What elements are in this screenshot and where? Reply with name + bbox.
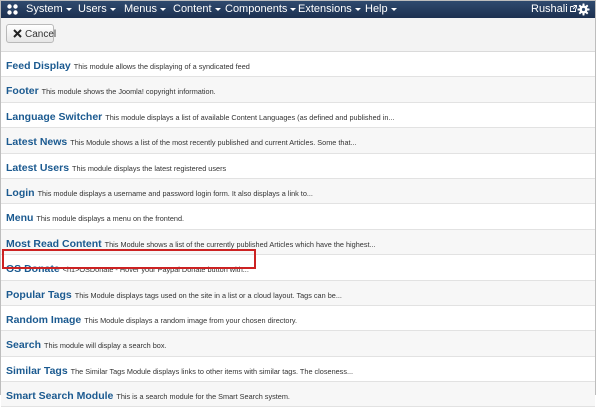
module-title-link[interactable]: Most Read Content: [6, 238, 102, 250]
menu-content[interactable]: Content: [173, 3, 221, 16]
module-description: This module displays a menu on the front…: [36, 214, 185, 224]
module-description: This Module displays a random image from…: [84, 315, 298, 325]
module-description: This is a search module for the Smart Se…: [116, 392, 290, 402]
module-description: This module allows the displaying of a s…: [73, 62, 250, 71]
module-title-link[interactable]: Search: [6, 339, 41, 351]
module-title-link[interactable]: Random Image: [6, 314, 81, 326]
module-description: This module displays the latest register…: [72, 163, 227, 173]
module-description: <h1>OSDonate - Hover your Paypal Donate …: [62, 265, 249, 275]
module-row-most-read-content: Most Read Content This Module shows a lis…: [1, 229, 595, 256]
module-description: This module displays a list of available…: [105, 112, 395, 122]
toolbar: Cancel: [1, 18, 595, 52]
module-description: This module will display a search box.: [44, 341, 167, 351]
module-title-link[interactable]: Language Switcher: [6, 111, 102, 123]
module-row-login: Login This module displays a username and…: [1, 178, 595, 205]
module-description: This Module displays tags used on the si…: [74, 290, 342, 300]
menu-components-label: Components: [225, 3, 288, 15]
module-title-link[interactable]: Feed Display: [6, 60, 71, 72]
menu-menus[interactable]: Menus: [124, 3, 167, 16]
module-row-search: Search This module will display a search …: [1, 331, 595, 357]
module-title-link[interactable]: Login: [6, 187, 35, 199]
module-description: The Similar Tags Module displays links t…: [70, 366, 354, 376]
module-row-similar-tags: Similar Tags The Similar Tags Module disp…: [1, 357, 595, 383]
module-title-link[interactable]: Menu: [6, 212, 33, 224]
module-row-popular-tags: Popular Tags This Module displays tags us…: [1, 280, 595, 306]
chevron-down-icon: [390, 7, 397, 11]
module-row-language-switcher: Language Switcher This module displays a …: [1, 103, 595, 129]
module-title-link[interactable]: OS Donate: [6, 263, 60, 275]
module-row-latest-users: Latest Users This module displays the lat…: [1, 154, 595, 179]
module-row-latest-news: Latest News This Module shows a list of t…: [1, 128, 595, 154]
module-title-link[interactable]: Similar Tags: [6, 365, 68, 377]
module-title-link[interactable]: Footer: [6, 85, 39, 97]
chevron-down-icon: [214, 7, 221, 11]
user-menu[interactable]: Rushali: [531, 3, 577, 16]
menu-extensions[interactable]: Extensions: [298, 3, 361, 16]
module-description: This Module shows a list of the currentl…: [104, 239, 376, 249]
chevron-down-icon: [160, 7, 167, 11]
chevron-down-icon: [109, 7, 116, 11]
menu-users-label: Users: [78, 3, 107, 15]
menu-content-label: Content: [173, 3, 212, 15]
close-icon: [13, 29, 22, 38]
menu-system-label: System: [26, 3, 63, 15]
module-title-link[interactable]: Smart Search Module: [6, 390, 113, 402]
external-link-icon: [569, 5, 577, 12]
menu-components[interactable]: Components: [225, 3, 297, 16]
module-title-link[interactable]: Latest News: [6, 136, 67, 148]
module-row-footer: Footer This module shows the Joomla! copy…: [1, 77, 595, 103]
menu-users[interactable]: Users: [78, 3, 116, 16]
module-description: This Module shows a list of the most rec…: [70, 138, 357, 148]
top-navigation-bar: System Users Menus Content Components Ex…: [1, 1, 595, 18]
menu-help-label: Help: [365, 3, 388, 15]
module-title-link[interactable]: Latest Users: [6, 162, 69, 174]
menu-system[interactable]: System: [26, 3, 72, 16]
module-row-feed-display: Feed Display This module allows the displ…: [1, 52, 595, 78]
module-title-link[interactable]: Popular Tags: [6, 289, 72, 301]
module-row-os-donate: OS Donate <h1>OSDonate - Hover your Paypa…: [1, 255, 595, 281]
module-list: Feed Display This module allows the displ…: [1, 52, 595, 407]
menu-menus-label: Menus: [124, 3, 158, 15]
user-name: Rushali: [531, 3, 568, 15]
chevron-down-icon: [290, 7, 297, 11]
chevron-down-icon: [65, 7, 72, 11]
module-description: This module displays a username and pass…: [37, 188, 313, 198]
chevron-down-icon: [354, 7, 361, 11]
gear-icon[interactable]: [577, 3, 590, 16]
joomla-logo-icon[interactable]: [6, 3, 19, 16]
module-description: This module shows the Joomla! copyright …: [41, 87, 216, 97]
menu-extensions-label: Extensions: [298, 3, 352, 15]
module-row-random-image: Random Image This Module displays a rando…: [1, 306, 595, 332]
menu-help[interactable]: Help: [365, 3, 397, 16]
cancel-button[interactable]: Cancel: [6, 24, 57, 43]
module-row-menu: Menu This module displays a menu on the f…: [1, 204, 595, 230]
cancel-button-label: Cancel: [25, 29, 57, 40]
